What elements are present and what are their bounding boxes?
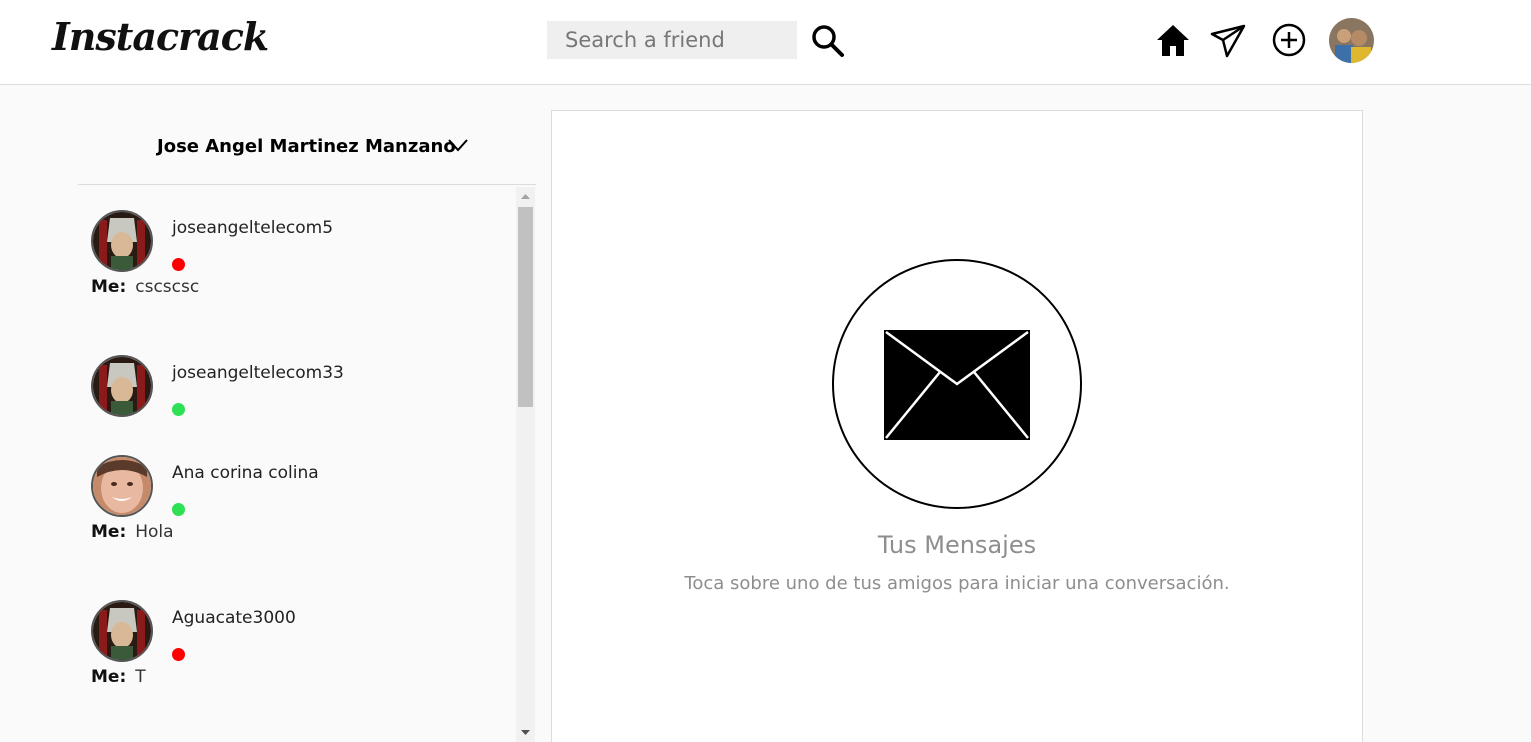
last-message: Me: Hola	[91, 522, 174, 542]
home-icon	[1157, 25, 1189, 56]
search-input[interactable]	[547, 21, 797, 59]
account-name[interactable]: Jose Angel Martinez Manzano	[157, 136, 456, 157]
messages-circle	[832, 259, 1082, 509]
home-button[interactable]	[1155, 22, 1191, 58]
sender-label: Me:	[91, 522, 127, 542]
direct-message-icon	[1210, 24, 1246, 58]
chevron-down-icon	[448, 138, 468, 151]
new-post-button[interactable]	[1271, 22, 1307, 58]
chat-username: joseangeltelecom5	[172, 218, 334, 238]
app-logo[interactable]: Instacrack	[52, 14, 269, 59]
profile-avatar[interactable]	[1329, 18, 1374, 63]
avatar	[91, 455, 153, 517]
scroll-up-button[interactable]	[516, 187, 535, 205]
account-header: Jose Angel Martinez Manzano	[78, 86, 536, 185]
top-navbar: Instacrack	[0, 0, 1531, 85]
chat-list-item[interactable]: Aguacate3000 Me: T	[78, 600, 516, 720]
empty-state-title: Tus Mensajes	[877, 531, 1037, 559]
profile-photo	[1329, 18, 1374, 63]
chat-list: joseangeltelecom5 Me: cscscsc joseangelte…	[78, 186, 516, 742]
offline-status-dot	[172, 648, 185, 661]
chat-username: Aguacate3000	[172, 608, 296, 628]
chat-username: Ana corina colina	[172, 463, 319, 483]
last-message-text: cscscsc	[135, 277, 200, 297]
direct-message-button[interactable]	[1210, 22, 1246, 58]
avatar	[91, 600, 153, 662]
avatar	[91, 210, 153, 272]
search-button[interactable]	[808, 22, 848, 62]
account-switcher-button[interactable]	[446, 135, 470, 157]
scroll-down-arrow-icon	[521, 730, 530, 735]
last-message-text: T	[135, 667, 146, 687]
message-view-panel: Tus Mensajes Toca sobre uno de tus amigo…	[551, 110, 1363, 742]
scrollbar-thumb[interactable]	[518, 207, 533, 407]
conversations-panel: Jose Angel Martinez Manzano joseangeltel…	[0, 86, 545, 742]
online-status-dot	[172, 403, 185, 416]
avatar	[91, 355, 153, 417]
last-message: Me: T	[91, 667, 146, 687]
add-circle-icon	[1272, 23, 1306, 57]
search-icon	[812, 24, 844, 57]
last-message-text: Hola	[135, 522, 174, 542]
last-message: Me: cscscsc	[91, 277, 199, 297]
chat-list-scrollbar[interactable]	[516, 187, 535, 742]
scroll-down-button[interactable]	[516, 724, 535, 742]
chat-list-item[interactable]: joseangeltelecom5 Me: cscscsc	[78, 210, 516, 330]
envelope-icon	[884, 330, 1030, 440]
empty-state-subtitle: Toca sobre uno de tus amigos para inicia…	[684, 573, 1230, 594]
online-status-dot	[172, 503, 185, 516]
offline-status-dot	[172, 258, 185, 271]
sender-label: Me:	[91, 667, 127, 687]
chat-username: joseangeltelecom33	[172, 363, 344, 383]
chat-list-item[interactable]: Ana corina colina Me: Hola	[78, 455, 516, 575]
sender-label: Me:	[91, 277, 127, 297]
scroll-up-arrow-icon	[521, 194, 530, 199]
